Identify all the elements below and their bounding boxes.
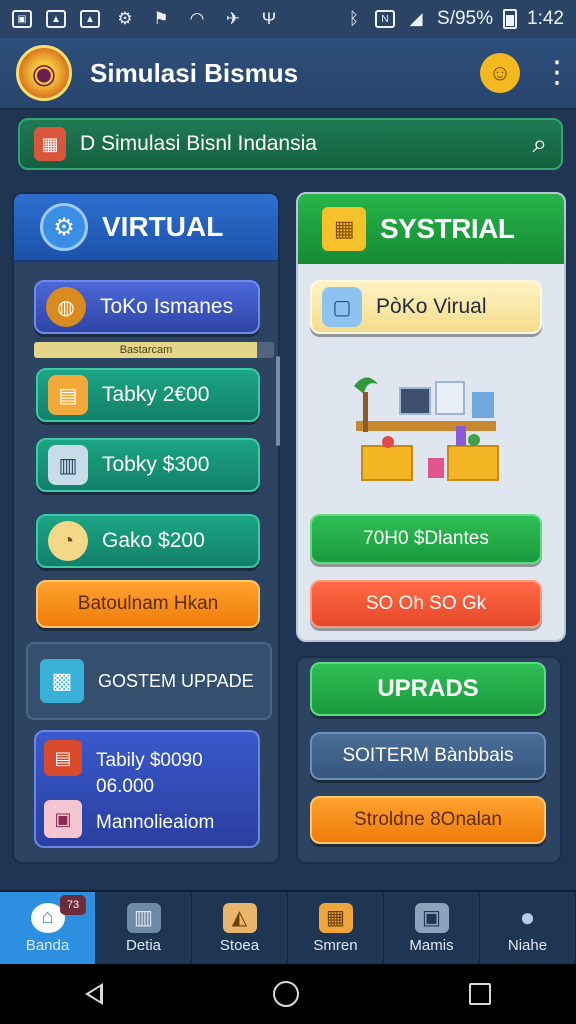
virtual-store-button[interactable]: ▢ PòKo Virual — [310, 280, 542, 334]
store-line-1: Tabily $0090 — [96, 750, 203, 771]
virtual-panel-header: ⚙ VIRTUAL — [14, 194, 278, 262]
crate-icon: ▦ — [322, 207, 366, 251]
package-icon: ▣ — [44, 800, 82, 838]
systrial-title: SYSTRIAL — [380, 213, 515, 244]
store-logo-icon: ▦ — [34, 127, 66, 161]
upgrade-label: GOSTEM UPPADE — [98, 670, 254, 691]
app-bar: ◉ Simulasi Bismus ☺ ⋮ — [0, 38, 576, 110]
tabky-button-label: Tabky 2€00 — [102, 383, 210, 406]
storefront-icon: ▥ — [126, 902, 161, 933]
shop-icon: ◭ — [222, 902, 257, 933]
virtual-title: VIRTUAL — [102, 211, 224, 242]
tobky-button-label: Tobky $300 — [102, 453, 210, 476]
profile-icon: ● — [519, 902, 536, 932]
crate-icon: ▦ — [318, 902, 353, 933]
nav-item-detia[interactable]: ▥ Detia — [96, 892, 192, 964]
nav-label: Detia — [125, 936, 162, 954]
nav-item-smren[interactable]: ▦ Smren — [288, 892, 384, 964]
dlantes-button[interactable]: 70H0 $Dlantes — [310, 514, 542, 564]
signal-icon: ◢ — [409, 9, 423, 28]
basket-icon: ▤ — [44, 740, 82, 776]
battery-icon — [503, 9, 518, 29]
clock-time: 1:42 — [527, 8, 564, 29]
nav-item-mamis[interactable]: ▣ Mamis — [384, 892, 480, 964]
bottom-navigation: ⌂ Banda ▥ Detia ◭ Stoea ▦ Smren ▣ Mamis … — [0, 890, 576, 964]
progress-label: Bastarcam — [119, 344, 173, 356]
home-circle-icon[interactable] — [273, 981, 299, 1007]
more-vert-icon[interactable]: ⋮ — [542, 58, 572, 88]
flag-icon: ⚑ — [153, 9, 169, 28]
gako-button[interactable]: ◔ Gako $200 — [36, 514, 260, 568]
bluetooth-icon: ᛒ — [348, 9, 360, 28]
scrollbar[interactable] — [276, 356, 280, 446]
nav-label: Mamis — [409, 936, 454, 954]
system-upgrade-card[interactable]: ▩ GOSTEM UPPADE — [26, 642, 272, 720]
gear-icon: ⚙ — [40, 203, 88, 251]
wifi-icon: ◠ — [189, 9, 205, 28]
usb-icon: Ψ — [261, 9, 277, 28]
stroldne-button[interactable]: Stroldne 8Onalan — [310, 796, 546, 844]
status-bar: ▣ ▲ ▲ ⚙ ⚑ ◠ ✈ Ψ ᛒ N ◢ S/95% 1:42 — [0, 0, 576, 38]
store-line-2: 06.000 — [96, 776, 155, 797]
recents-icon[interactable] — [469, 983, 491, 1005]
red-action-button[interactable]: SO Oh SO Gk — [310, 580, 542, 628]
nav-badge: 73 — [60, 895, 86, 915]
app-title: Simulasi Bismus — [90, 57, 299, 88]
battery-percent: S/95% — [437, 8, 494, 29]
tobky-button[interactable]: ▥ Tobky $300 — [36, 438, 260, 492]
toko-button-label: ToKo Ismanes — [100, 295, 234, 318]
nav-label: Stoea — [219, 936, 260, 954]
store-line-3: Mannolieaiom — [96, 812, 215, 833]
search-icon[interactable]: ⌕ — [532, 128, 547, 160]
back-icon[interactable] — [85, 983, 103, 1005]
nav-label: Smren — [313, 936, 358, 954]
settings-icon: ⚙ — [117, 9, 133, 28]
system-navigation — [0, 964, 576, 1024]
search-input[interactable]: D Simulasi Bisnl Indansia — [80, 132, 317, 156]
briefcase-icon: ▣ — [414, 902, 449, 933]
app-logo-icon: ◉ — [16, 45, 72, 101]
progress-bar: Bastarcam — [34, 342, 274, 358]
box-icon: ▤ — [48, 375, 88, 415]
toko-button[interactable]: ◍ ToKo Ismanes — [34, 280, 260, 334]
airplane-icon: ✈ — [225, 9, 241, 28]
globe-icon: ◍ — [46, 287, 86, 327]
photo-icon: ▲ — [80, 10, 100, 28]
system-button[interactable]: SOITERM Bànbbais — [310, 732, 546, 780]
register-icon: ▥ — [48, 445, 88, 485]
store-card[interactable]: ▤ Tabily $0090 06.000 ▣ Mannolieaiom — [34, 730, 260, 848]
nav-label: Niahe — [507, 936, 548, 954]
business-illustration — [354, 377, 499, 481]
clock-icon: ◔ — [48, 521, 88, 561]
notification-icon: ▣ — [12, 10, 32, 28]
nfc-icon: N — [375, 10, 396, 28]
nav-item-stoea[interactable]: ◭ Stoea — [192, 892, 288, 964]
systrial-panel-header: ▦ SYSTRIAL — [298, 194, 564, 264]
help-badge-icon[interactable]: ☺ — [480, 53, 520, 93]
gako-button-label: Gako $200 — [102, 529, 205, 552]
upgrades-button[interactable]: UPRADS — [310, 662, 546, 716]
nav-item-niahe[interactable]: ● Niahe — [480, 892, 576, 964]
store-box-icon: ▢ — [322, 287, 362, 327]
tabky-button[interactable]: ▤ Tabky 2€00 — [36, 368, 260, 422]
batoulnam-button[interactable]: Batoulnam Hkan — [36, 580, 260, 628]
gift-box-icon: ▩ — [40, 659, 84, 703]
image-icon: ▲ — [46, 10, 66, 28]
virtual-store-label: PòKo Virual — [376, 295, 487, 318]
search-bar[interactable]: ▦ D Simulasi Bisnl Indansia ⌕ — [18, 118, 563, 170]
nav-label: Banda — [25, 936, 70, 954]
